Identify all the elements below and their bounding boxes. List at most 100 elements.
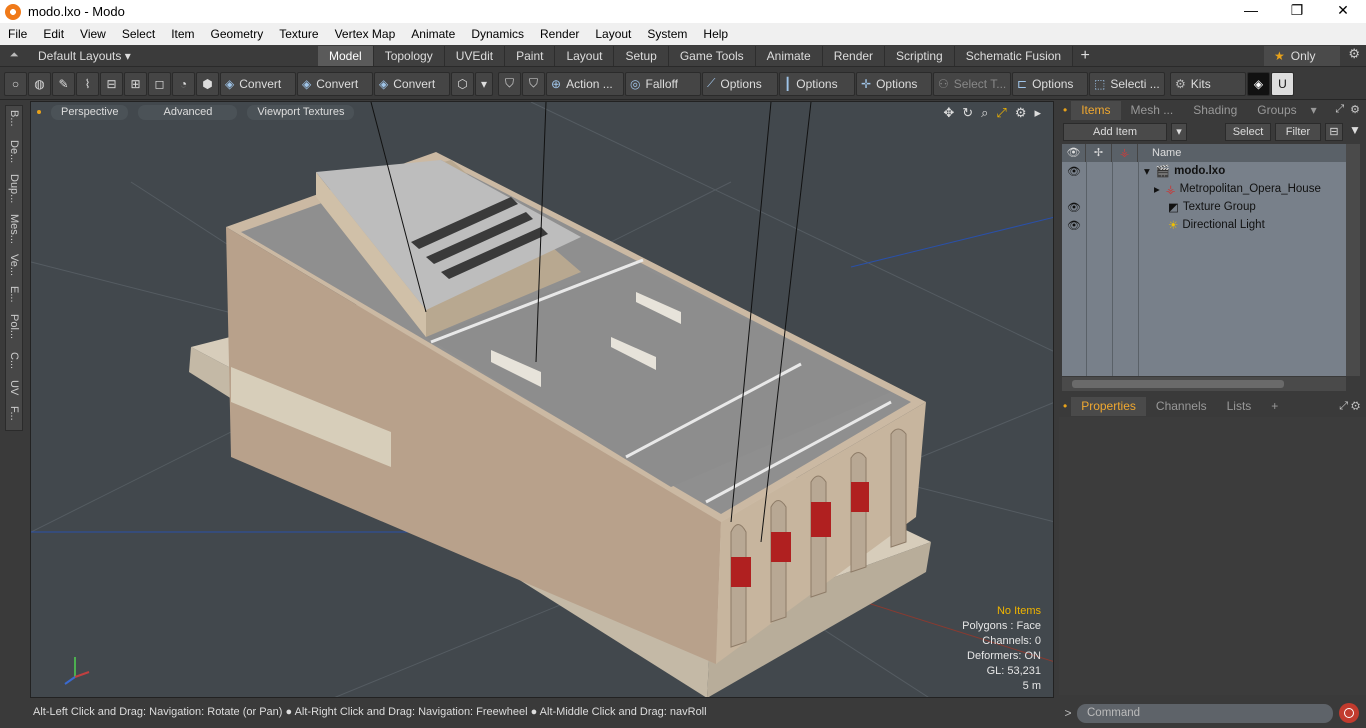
menu-render[interactable]: Render — [532, 27, 587, 41]
left-tab-duplicate[interactable]: Dup... — [8, 174, 20, 203]
tab-mesh[interactable]: Mesh ... — [1121, 101, 1184, 120]
options-button-2[interactable]: ┃ Options — [779, 71, 855, 96]
perspective-button[interactable]: Perspective — [51, 104, 129, 120]
eye-icon[interactable]: 👁 — [1062, 165, 1086, 178]
options-button-1[interactable]: ⟋ Options — [702, 71, 778, 96]
dropdown-icon[interactable]: ▾ — [475, 71, 493, 96]
unity-icon[interactable]: ◈ — [1247, 71, 1270, 96]
menu-system[interactable]: System — [639, 27, 695, 41]
menu-animate[interactable]: Animate — [403, 27, 463, 41]
tab-lists[interactable]: Lists — [1217, 397, 1262, 416]
close-button[interactable]: ✕ — [1320, 0, 1366, 23]
visibility-col-icon[interactable]: 👁 — [1062, 144, 1086, 162]
tree-scrollbar-vertical[interactable] — [1346, 144, 1360, 376]
select-through-button[interactable]: ⚇ Select T... — [933, 71, 1011, 96]
cube-icon[interactable]: ⬢ — [196, 71, 219, 96]
left-tab-fusion[interactable]: F... — [8, 406, 20, 421]
menu-layout[interactable]: Layout — [587, 27, 639, 41]
box-icon[interactable]: ⬡ — [451, 71, 474, 96]
tab-scripting[interactable]: Scripting — [885, 45, 955, 66]
tab-model[interactable]: Model — [318, 45, 374, 66]
left-tab-deform[interactable]: De... — [8, 140, 20, 163]
tab-shading[interactable]: Shading — [1183, 101, 1247, 120]
minimize-button[interactable]: — — [1228, 0, 1274, 23]
tree-row-light[interactable]: 👁 ☀ Directional Light — [1062, 216, 1346, 234]
menu-edit[interactable]: Edit — [35, 27, 72, 41]
options-button-4[interactable]: ⊏ Options — [1012, 71, 1088, 96]
tab-groups[interactable]: Groups — [1247, 101, 1306, 120]
tab-topology[interactable]: Topology — [373, 45, 445, 66]
tab-game-tools[interactable]: Game Tools — [668, 45, 756, 66]
move-icon[interactable]: ✥ — [943, 105, 954, 121]
left-tab-edge[interactable]: E... — [8, 286, 20, 303]
brush-icon[interactable]: ⌇ — [76, 71, 99, 96]
collapse-icon[interactable]: ⊟ — [1325, 123, 1343, 141]
left-tab-uv[interactable]: UV — [8, 380, 20, 395]
add-panel-tab-button[interactable]: + — [1261, 397, 1288, 416]
tab-uvedit[interactable]: UVEdit — [444, 45, 506, 66]
eye-icon[interactable]: 👁 — [1062, 219, 1086, 232]
lock-col-icon[interactable]: ✢ — [1086, 144, 1112, 162]
shield-icon[interactable]: ⛉ — [498, 71, 521, 96]
tree-row-texture-group[interactable]: 👁 ◩ Texture Group — [1062, 198, 1346, 216]
command-input[interactable]: Command — [1077, 703, 1333, 723]
pen-icon[interactable]: ✎ — [52, 71, 75, 96]
menu-view[interactable]: View — [72, 27, 114, 41]
action-center-button[interactable]: ⊕ Action ... — [546, 71, 624, 96]
tab-layout[interactable]: Layout — [555, 45, 615, 66]
collapsed-arrow-icon[interactable]: ▸ — [1154, 182, 1160, 196]
tab-properties[interactable]: Properties — [1071, 397, 1146, 416]
square-icon[interactable]: ◻ — [148, 71, 171, 96]
falloff-button[interactable]: ◎ Falloff — [625, 71, 701, 96]
menu-vertex-map[interactable]: Vertex Map — [327, 27, 404, 41]
panel-gear-icon[interactable]: ⚙ — [1350, 103, 1360, 116]
rotate-icon[interactable]: ↻ — [962, 105, 973, 121]
menu-texture[interactable]: Texture — [271, 27, 326, 41]
add-tab-button[interactable]: + — [1073, 47, 1097, 65]
add-item-dropdown-icon[interactable]: ▾ — [1171, 123, 1187, 141]
only-toggle[interactable]: ★ Only — [1264, 46, 1340, 66]
circle-icon[interactable]: ◔ — [172, 71, 195, 96]
menu-geometry[interactable]: Geometry — [203, 27, 272, 41]
left-tab-polygon[interactable]: Pol... — [8, 314, 20, 339]
viewport-gear-icon[interactable]: ⚙ — [1015, 105, 1027, 121]
add-item-button[interactable]: Add Item — [1063, 123, 1167, 141]
selection-button[interactable]: ⬚ Selecti ... — [1089, 71, 1165, 96]
convert-button-1[interactable]: ◈ Convert — [220, 71, 296, 96]
unreal-icon[interactable]: U — [1271, 71, 1294, 96]
layout-selector[interactable]: Default Layouts ▾ — [28, 49, 318, 63]
tab-setup[interactable]: Setup — [614, 45, 669, 66]
expand-panel-icon[interactable]: ⤢ — [1335, 103, 1344, 116]
vertex-mode-icon[interactable]: ○ — [4, 71, 27, 96]
kits-button[interactable]: ⚙ Kits — [1170, 71, 1246, 96]
options-button-3[interactable]: ✛ Options — [856, 71, 932, 96]
bridge-icon[interactable]: ⊟ — [100, 71, 123, 96]
render-col-icon[interactable]: ⚶ — [1112, 144, 1138, 162]
tab-schematic-fusion[interactable]: Schematic Fusion — [954, 45, 1074, 66]
gear-icon[interactable]: ⚙ — [1348, 46, 1360, 62]
maximize-button[interactable]: ❐ — [1274, 0, 1320, 23]
advanced-button[interactable]: Advanced — [138, 104, 238, 120]
tree-scrollbar-horizontal[interactable] — [1062, 377, 1346, 391]
convert-button-3[interactable]: ◈ Convert — [374, 71, 450, 96]
name-column-header[interactable]: Name — [1138, 144, 1346, 162]
left-tab-curve[interactable]: C... — [8, 352, 20, 369]
properties-panel-icons[interactable]: ⤢ ⚙ — [1339, 400, 1360, 413]
left-tab-vertex[interactable]: Ve... — [8, 254, 20, 276]
convert-button-2[interactable]: ◈ Convert — [297, 71, 373, 96]
viewport-textures-button[interactable]: Viewport Textures — [247, 104, 355, 120]
expand-arrow-icon[interactable]: ▾ — [1144, 164, 1150, 178]
funnel-icon[interactable]: ▼ — [1347, 123, 1363, 142]
menu-select[interactable]: Select — [114, 27, 163, 41]
tab-render[interactable]: Render — [822, 45, 886, 66]
viewport-menu-arrow-icon[interactable]: ▸ — [1034, 105, 1041, 121]
eye-icon[interactable]: 👁 — [1062, 201, 1086, 214]
tabs-dropdown-icon[interactable]: ▾ — [1307, 101, 1321, 120]
menu-file[interactable]: File — [0, 27, 35, 41]
tree-row-scene[interactable]: 👁 ▾ 🎬 modo.lxo — [1062, 162, 1346, 180]
globe-icon[interactable]: ◍ — [28, 71, 51, 96]
grid-icon[interactable]: ⊞ — [124, 71, 147, 96]
menu-help[interactable]: Help — [695, 27, 736, 41]
maximize-viewport-icon[interactable]: ⤢ — [996, 105, 1006, 121]
zoom-icon[interactable]: ⌕ — [981, 105, 988, 121]
